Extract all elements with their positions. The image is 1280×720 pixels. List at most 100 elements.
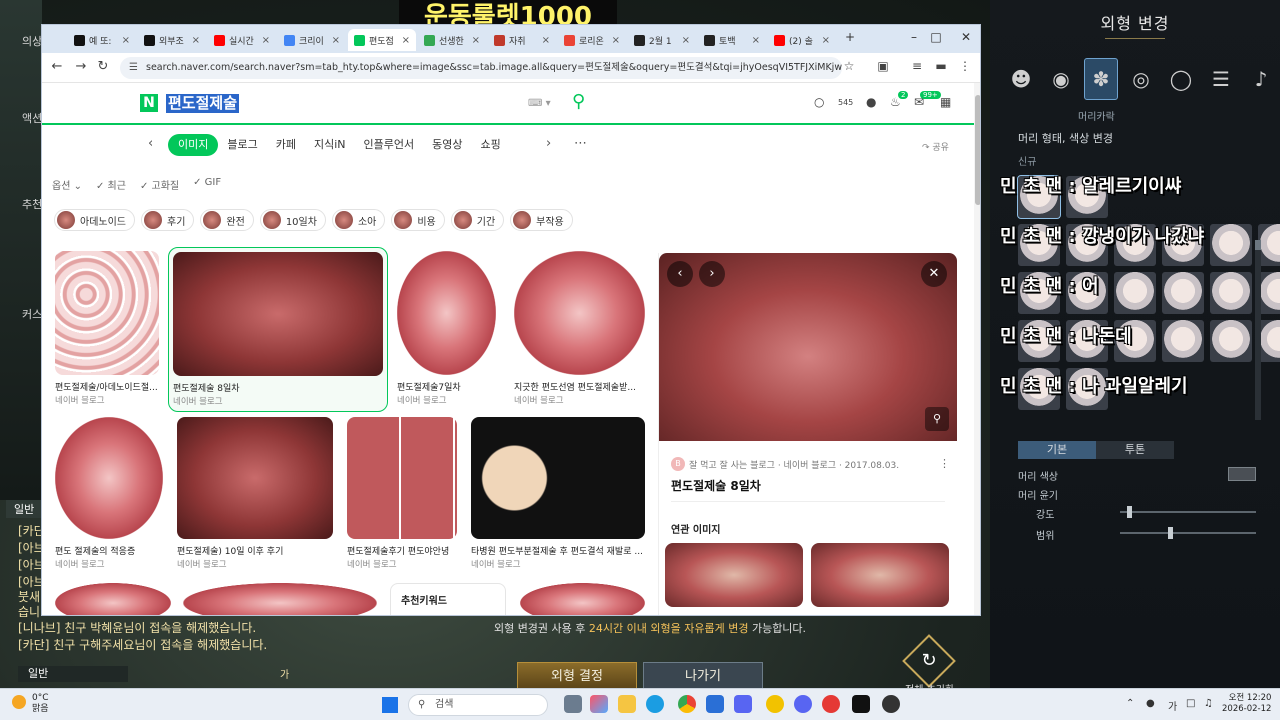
tag-chip[interactable]: 비용 <box>391 209 445 231</box>
bookmark-star-icon[interactable]: ☆ <box>840 59 858 73</box>
result-caption[interactable]: 편도절제술) 10일 이후 후기 <box>177 544 333 557</box>
hair-icon[interactable]: ✽ <box>1084 58 1118 100</box>
profile-icon[interactable]: ○ <box>814 95 824 109</box>
result-image[interactable] <box>471 417 645 539</box>
face-icon[interactable]: ◯ <box>1164 58 1198 100</box>
result-image[interactable] <box>183 583 377 615</box>
preview-close-icon[interactable]: ✕ <box>921 261 947 287</box>
browser-tab[interactable]: 로리온 × <box>558 29 626 51</box>
image-result-selected[interactable]: 편도절제술 8일차 네이버 블로그 <box>168 247 388 412</box>
image-result[interactable] <box>520 583 645 615</box>
apps-grid-icon[interactable]: ▦ <box>940 95 951 109</box>
result-caption[interactable]: 타병원 편도부분절제술 후 편도결석 재발로 ... <box>471 544 645 557</box>
hq-filter[interactable]: ✓ 고화질 <box>140 177 179 192</box>
result-caption[interactable]: 편도 절제술의 적응증 <box>55 544 163 557</box>
tab-close-icon[interactable]: × <box>122 35 130 46</box>
clock[interactable]: 오전 12:20 2026-02-12 <box>1222 693 1271 715</box>
strength-slider[interactable] <box>1120 511 1256 513</box>
talk-icon[interactable]: ● <box>866 95 876 109</box>
store-icon[interactable] <box>706 695 724 713</box>
naver-logo[interactable]: N <box>140 94 158 112</box>
range-slider[interactable] <box>1120 532 1256 534</box>
browser-tab[interactable]: 외부조 × <box>138 29 206 51</box>
result-image[interactable] <box>397 251 496 375</box>
lens-search-icon[interactable]: ⚲ <box>925 407 949 431</box>
result-image[interactable] <box>177 417 333 539</box>
image-result[interactable]: 편도절제술후기 편도야안녕 네이버 블로그 <box>347 417 457 570</box>
voice-icon[interactable]: ♪ <box>1244 58 1278 100</box>
tag-chip[interactable]: 기간 <box>450 209 505 231</box>
site-info-icon[interactable]: ☰ <box>129 57 138 79</box>
microphone-icon[interactable]: ● <box>1146 698 1155 709</box>
more-icon[interactable]: ⋯ <box>574 136 587 151</box>
eye-icon[interactable]: ◎ <box>1124 58 1158 100</box>
tab-close-icon[interactable]: × <box>542 35 550 46</box>
game-menu-label[interactable]: 커스 <box>22 306 42 322</box>
image-result[interactable]: 지긋한 편도선염 편도절제술받... 네이버 블로그 <box>514 251 645 406</box>
task-view-icon[interactable] <box>564 695 582 713</box>
browser-tab[interactable]: 실시간 × <box>208 29 276 51</box>
image-result[interactable]: 편도절제술7일차 네이버 블로그 <box>397 251 496 406</box>
image-result[interactable] <box>55 583 171 615</box>
forward-icon[interactable]: → <box>72 59 90 74</box>
search-icon[interactable]: ⚲ <box>572 92 592 112</box>
browser-tab[interactable]: 편도점 × <box>348 29 416 51</box>
category-tab[interactable]: 쇼핑 <box>472 134 510 156</box>
network-icon[interactable]: □ <box>1186 698 1195 709</box>
maximize-button[interactable]: □ <box>922 30 950 44</box>
browser-tab[interactable]: 2월 1 × <box>628 29 696 51</box>
result-source[interactable]: 네이버 블로그 <box>397 394 496 406</box>
search-input[interactable]: 편도절제술 <box>166 94 240 113</box>
taskbar-search[interactable]: ⚲ 검색 <box>408 694 548 716</box>
browser-tab[interactable]: 토백 × <box>698 29 766 51</box>
tab-close-icon[interactable]: × <box>822 35 830 46</box>
extensions-icon[interactable]: ▣ <box>874 59 892 73</box>
tab-close-icon[interactable]: × <box>192 35 200 46</box>
discord-icon[interactable] <box>794 695 812 713</box>
strength-slider-knob[interactable] <box>1126 506 1132 518</box>
result-image[interactable] <box>55 583 171 615</box>
preview-source[interactable]: B 잘 먹고 잘 사는 블로그 · 네이버 블로그 · 2017.08.03. <box>671 457 899 471</box>
result-image[interactable] <box>520 583 645 615</box>
kakao-icon[interactable] <box>766 695 784 713</box>
image-result[interactable]: 편도 절제술의 적응증 네이버 블로그 <box>55 417 163 570</box>
tab-close-icon[interactable]: × <box>402 35 410 46</box>
tag-chip[interactable]: 10일차 <box>259 209 326 231</box>
result-image[interactable] <box>514 251 645 375</box>
image-result[interactable]: 타병원 편도부분절제술 후 편도결석 재발로 ... 네이버 블로그 <box>471 417 645 570</box>
result-source[interactable]: 네이버 블로그 <box>514 394 645 406</box>
tray-chevron-icon[interactable]: ⌃ <box>1126 698 1134 709</box>
category-tab[interactable]: 이미지 <box>168 134 219 156</box>
category-tab[interactable]: 카페 <box>267 134 305 156</box>
categories-next-icon[interactable]: › <box>546 136 551 151</box>
category-tab[interactable]: 블로그 <box>218 134 266 156</box>
hair-style-thumb[interactable] <box>1258 272 1280 314</box>
result-image[interactable] <box>55 417 163 539</box>
edge-icon[interactable] <box>646 695 664 713</box>
result-caption[interactable]: 편도절제술7일차 <box>397 380 496 393</box>
hair-style-thumb[interactable] <box>1210 224 1252 266</box>
keyboard-icon[interactable]: ⌨ ▾ <box>528 98 551 109</box>
result-source[interactable]: 네이버 블로그 <box>347 558 457 570</box>
gif-filter[interactable]: ✓ GIF <box>193 177 221 192</box>
confirm-appearance-button[interactable]: 외형 결정 <box>517 662 637 690</box>
option-filter[interactable]: 옵션 ⌄ <box>52 177 82 192</box>
result-image[interactable] <box>173 252 383 376</box>
result-source[interactable]: 네이버 블로그 <box>55 558 163 570</box>
recent-filter[interactable]: ✓ 최근 <box>96 177 126 192</box>
category-tab[interactable]: 동영상 <box>423 134 471 156</box>
page-scroll-thumb[interactable] <box>975 95 980 205</box>
game-client-icon[interactable] <box>852 695 870 713</box>
result-caption[interactable]: 편도절제술/아데노이드절... <box>55 380 159 393</box>
tab-close-icon[interactable]: × <box>752 35 760 46</box>
range-slider-knob[interactable] <box>1167 527 1173 539</box>
media-control-icon[interactable]: ≡ <box>908 59 926 73</box>
browser-tab[interactable]: 자취 × <box>488 29 556 51</box>
tab-two-tone[interactable]: 투톤 <box>1096 441 1174 459</box>
tab-close-icon[interactable]: × <box>612 35 620 46</box>
preview-title[interactable]: 편도절제술 8일차 <box>671 477 761 494</box>
tab-close-icon[interactable]: × <box>682 35 690 46</box>
result-image[interactable] <box>347 417 457 539</box>
result-image[interactable] <box>55 251 159 375</box>
image-result[interactable] <box>183 583 377 615</box>
